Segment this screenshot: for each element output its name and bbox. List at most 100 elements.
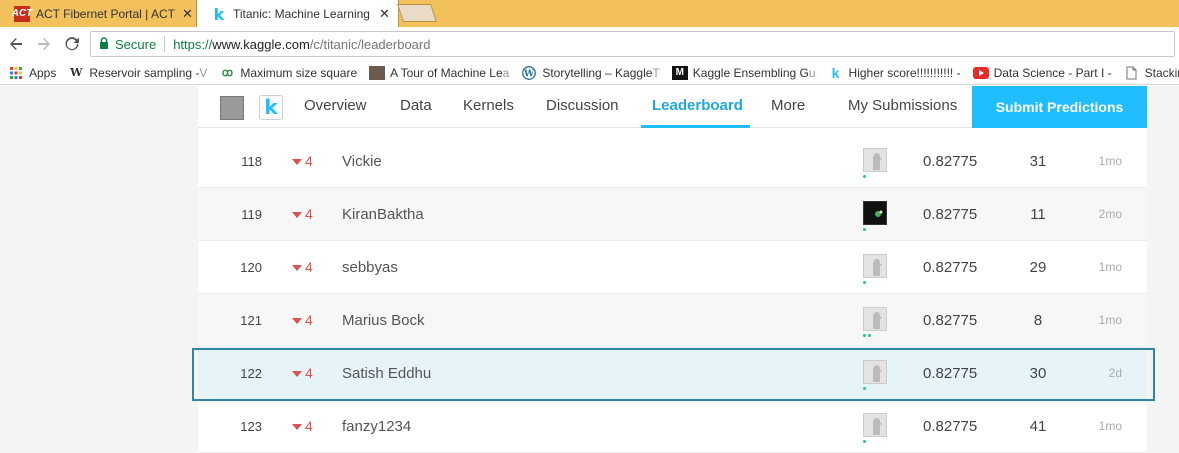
avatar[interactable] xyxy=(863,360,887,384)
team-name[interactable]: sebbyas xyxy=(342,241,398,294)
browser-toolbar: Secure https:// www.kaggle.com /c/titani… xyxy=(0,27,1179,61)
team-name[interactable]: KiranBaktha xyxy=(342,188,424,241)
caret-down-icon xyxy=(292,159,302,166)
tab-overview[interactable]: Overview xyxy=(304,97,367,114)
rank-change: 4 xyxy=(292,347,313,400)
tab-titanic[interactable]: k Titanic: Machine Learning ✕ xyxy=(196,0,399,28)
rank-change-value: 4 xyxy=(305,259,313,275)
avatar[interactable] xyxy=(863,307,887,331)
avatar[interactable] xyxy=(863,413,887,437)
avatar[interactable] xyxy=(863,254,887,278)
back-icon[interactable] xyxy=(2,30,30,58)
rank-cell: 120 xyxy=(240,260,262,275)
kaggle-logo-icon[interactable]: k xyxy=(259,95,283,120)
youtube-icon xyxy=(972,66,989,80)
entries-cell: 41 xyxy=(1029,418,1047,435)
rank-cell: 118 xyxy=(241,154,262,169)
table-row-current-user[interactable]: 122 4 Satish Eddhu 0.82775 30 2d xyxy=(198,347,1147,400)
bookmarks-bar: Apps W Reservoir sampling - V ꝏ Maximum … xyxy=(0,61,1179,85)
kaggle-favicon-icon: k xyxy=(213,4,225,24)
score-cell: 0.82775 xyxy=(923,206,978,223)
caret-down-icon xyxy=(292,318,302,325)
score-cell: 0.82775 xyxy=(923,365,978,382)
caret-down-icon xyxy=(292,424,302,431)
close-icon[interactable]: ✕ xyxy=(379,6,390,22)
page-background: k Overview Data Kernels Discussion Leade… xyxy=(0,86,1179,453)
bookmark-maximum-size-square[interactable]: ꝏ Maximum size square xyxy=(219,66,357,80)
score-cell: 0.82775 xyxy=(923,312,978,329)
table-row[interactable]: 118 4 Vickie 0.82775 31 1mo xyxy=(198,135,1147,188)
team-member-dots xyxy=(863,440,866,443)
tab-data[interactable]: Data xyxy=(400,97,432,114)
tab-title: ACT Fibernet Portal | ACT xyxy=(36,6,175,21)
caret-down-icon xyxy=(292,265,302,272)
bookmark-label: Reservoir sampling - xyxy=(89,65,200,80)
rank-cell: 123 xyxy=(240,419,262,434)
mlwave-icon: M xyxy=(671,65,688,80)
team-name[interactable]: fanzy1234 xyxy=(342,400,411,453)
rank-change: 4 xyxy=(292,188,313,241)
close-icon[interactable]: ✕ xyxy=(182,6,193,22)
bookmark-data-science-part-1[interactable]: Data Science - Part I - xyxy=(972,65,1112,80)
entries-cell: 30 xyxy=(1029,365,1047,382)
url-host: www.kaggle.com xyxy=(212,36,310,52)
bookmark-label: Data Science - Part I - xyxy=(993,65,1112,80)
bookmark-label-fade: a xyxy=(502,65,510,80)
last-submission-cell: 1mo xyxy=(1098,154,1122,168)
table-row[interactable]: 119 4 KiranBaktha 0.82775 11 2mo xyxy=(198,188,1147,241)
act-favicon-icon: ACT xyxy=(12,5,32,22)
apps-grid-icon xyxy=(8,66,24,80)
last-submission-cell: 1mo xyxy=(1098,313,1122,327)
bookmark-label-fade: V xyxy=(199,65,208,80)
table-row[interactable]: 121 4 Marius Bock 0.82775 8 1mo xyxy=(198,294,1147,347)
bookmark-label: A Tour of Machine Le xyxy=(390,65,503,80)
table-row[interactable]: 120 4 sebbyas 0.82775 29 1mo xyxy=(198,241,1147,294)
competition-thumbnail[interactable] xyxy=(220,96,244,120)
table-row[interactable]: 123 4 fanzy1234 0.82775 41 1mo xyxy=(198,400,1147,453)
tab-discussion[interactable]: Discussion xyxy=(546,97,619,114)
address-bar[interactable]: Secure https:// www.kaggle.com /c/titani… xyxy=(90,31,1175,57)
tab-kernels[interactable]: Kernels xyxy=(463,97,514,114)
bookmark-higher-score[interactable]: k Higher score!!!!!!!!!!! - xyxy=(828,65,961,81)
bookmark-kaggle-ensembling[interactable]: M Kaggle Ensembling Gu xyxy=(671,65,816,80)
site-avatar-icon xyxy=(369,65,386,80)
leaderboard-table: 118 4 Vickie 0.82775 31 1mo 119 4 KiranB… xyxy=(198,135,1147,453)
rank-change: 4 xyxy=(292,294,313,347)
rank-change: 4 xyxy=(292,400,313,453)
document-icon xyxy=(1124,66,1140,80)
new-tab-button[interactable] xyxy=(397,4,437,22)
tab-more[interactable]: More xyxy=(771,97,805,114)
forward-icon[interactable] xyxy=(30,30,58,58)
rank-cell: 121 xyxy=(240,313,262,328)
tab-act-fibernet[interactable]: ACT ACT Fibernet Portal | ACT ✕ xyxy=(0,0,200,27)
bookmark-label: Apps xyxy=(29,65,57,80)
bookmark-label: Stacking xyxy=(1144,65,1179,80)
entries-cell: 29 xyxy=(1029,259,1047,276)
team-member-dots xyxy=(863,175,866,178)
tab-title: Titanic: Machine Learning xyxy=(233,7,370,21)
entries-cell: 11 xyxy=(1030,206,1046,223)
bookmark-apps[interactable]: Apps xyxy=(8,66,56,80)
team-member-dots xyxy=(863,334,871,337)
avatar[interactable] xyxy=(863,201,887,225)
reload-icon[interactable] xyxy=(58,30,86,58)
avatar[interactable] xyxy=(863,148,887,172)
entries-cell: 8 xyxy=(1033,312,1043,329)
lock-icon xyxy=(99,36,109,52)
tab-leaderboard[interactable]: Leaderboard xyxy=(652,97,743,114)
team-name[interactable]: Vickie xyxy=(342,135,382,188)
bookmark-reservoir-sampling[interactable]: W Reservoir sampling - V xyxy=(68,66,207,80)
omnibox-divider xyxy=(164,36,166,52)
bookmark-tour-machine-learning[interactable]: A Tour of Machine Le a xyxy=(369,65,510,80)
submit-predictions-button[interactable]: Submit Predictions xyxy=(972,86,1147,128)
last-submission-cell: 2mo xyxy=(1098,207,1122,221)
team-name[interactable]: Marius Bock xyxy=(342,294,425,347)
geeksforgeeks-icon: ꝏ xyxy=(221,67,234,79)
bookmark-label: Storytelling – Kaggle xyxy=(542,65,653,80)
rank-cell: 119 xyxy=(241,207,262,222)
bookmark-storytelling-kaggle[interactable]: W Storytelling – Kaggle T xyxy=(521,65,660,80)
bookmark-stacking[interactable]: Stacking xyxy=(1124,66,1179,80)
team-name[interactable]: Satish Eddhu xyxy=(342,347,431,400)
team-member-dots xyxy=(863,228,866,231)
my-submissions-link[interactable]: My Submissions xyxy=(848,97,957,114)
